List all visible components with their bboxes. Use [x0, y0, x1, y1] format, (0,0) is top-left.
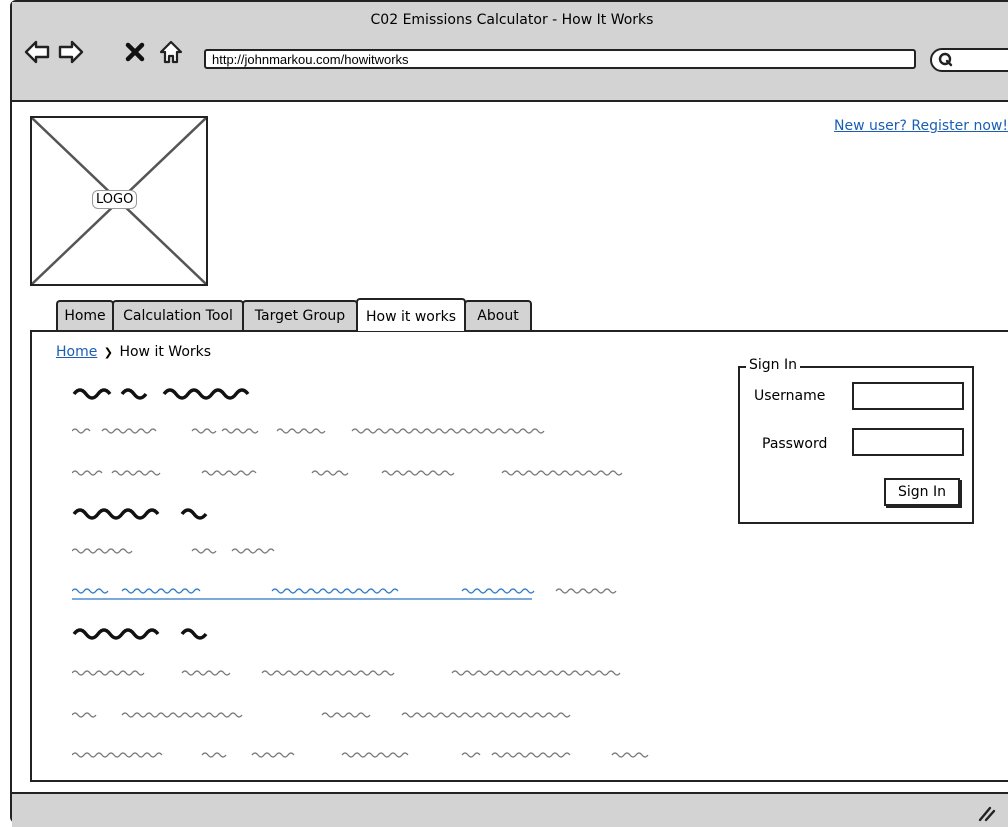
resize-grip-icon[interactable] [974, 804, 996, 822]
password-label: Password [762, 436, 828, 452]
placeholder-text-line [72, 670, 621, 676]
placeholder-text-line [72, 752, 649, 758]
signin-button[interactable]: Sign In [884, 478, 960, 506]
window-title: C02 Emissions Calculator - How It Works [370, 12, 654, 28]
placeholder-text-line [72, 428, 545, 434]
tab-home[interactable]: Home [56, 300, 114, 330]
logo-placeholder: LOGO [30, 116, 208, 286]
tab-calculation-tool[interactable]: Calculation Tool [112, 300, 244, 330]
search-icon [938, 52, 953, 67]
logo-label: LOGO [92, 190, 138, 209]
tab-about[interactable]: About [464, 300, 532, 330]
signin-title: Sign In [746, 357, 800, 373]
tab-how-it-works[interactable]: How it works [356, 298, 466, 331]
signin-panel: Sign In Username Password Sign In [738, 357, 974, 524]
placeholder-link-line[interactable] [72, 582, 652, 604]
breadcrumb-home-link[interactable]: Home [56, 344, 97, 360]
breadcrumb-current: How it Works [119, 344, 212, 360]
username-field[interactable] [852, 382, 964, 410]
stop-x-icon[interactable] [122, 38, 148, 66]
browser-search-box[interactable] [930, 48, 1008, 72]
back-arrow-icon[interactable] [24, 38, 50, 66]
browser-window: C02 Emissions Calculator - How It Works … [10, 0, 1008, 827]
status-bar [12, 792, 1008, 827]
placeholder-heading [72, 388, 250, 400]
address-bar[interactable] [204, 49, 916, 69]
content-panel: Home ❯ How it Works Sign In Username Pas… [30, 330, 1008, 782]
forward-arrow-icon[interactable] [58, 38, 84, 66]
placeholder-subheading [72, 508, 208, 520]
placeholder-text-line [72, 548, 275, 554]
username-label: Username [754, 388, 826, 404]
placeholder-text-line [72, 470, 623, 476]
home-icon[interactable] [158, 38, 184, 66]
browser-toolbar: C02 Emissions Calculator - How It Works [12, 2, 1008, 102]
password-field[interactable] [852, 428, 964, 456]
placeholder-text-line [72, 712, 571, 718]
breadcrumb: Home ❯ How it Works [56, 344, 211, 360]
tab-target-group[interactable]: Target Group [242, 300, 358, 330]
register-link[interactable]: New user? Register now! [834, 118, 1008, 134]
placeholder-subheading [72, 628, 208, 640]
breadcrumb-separator-icon: ❯ [103, 346, 114, 359]
